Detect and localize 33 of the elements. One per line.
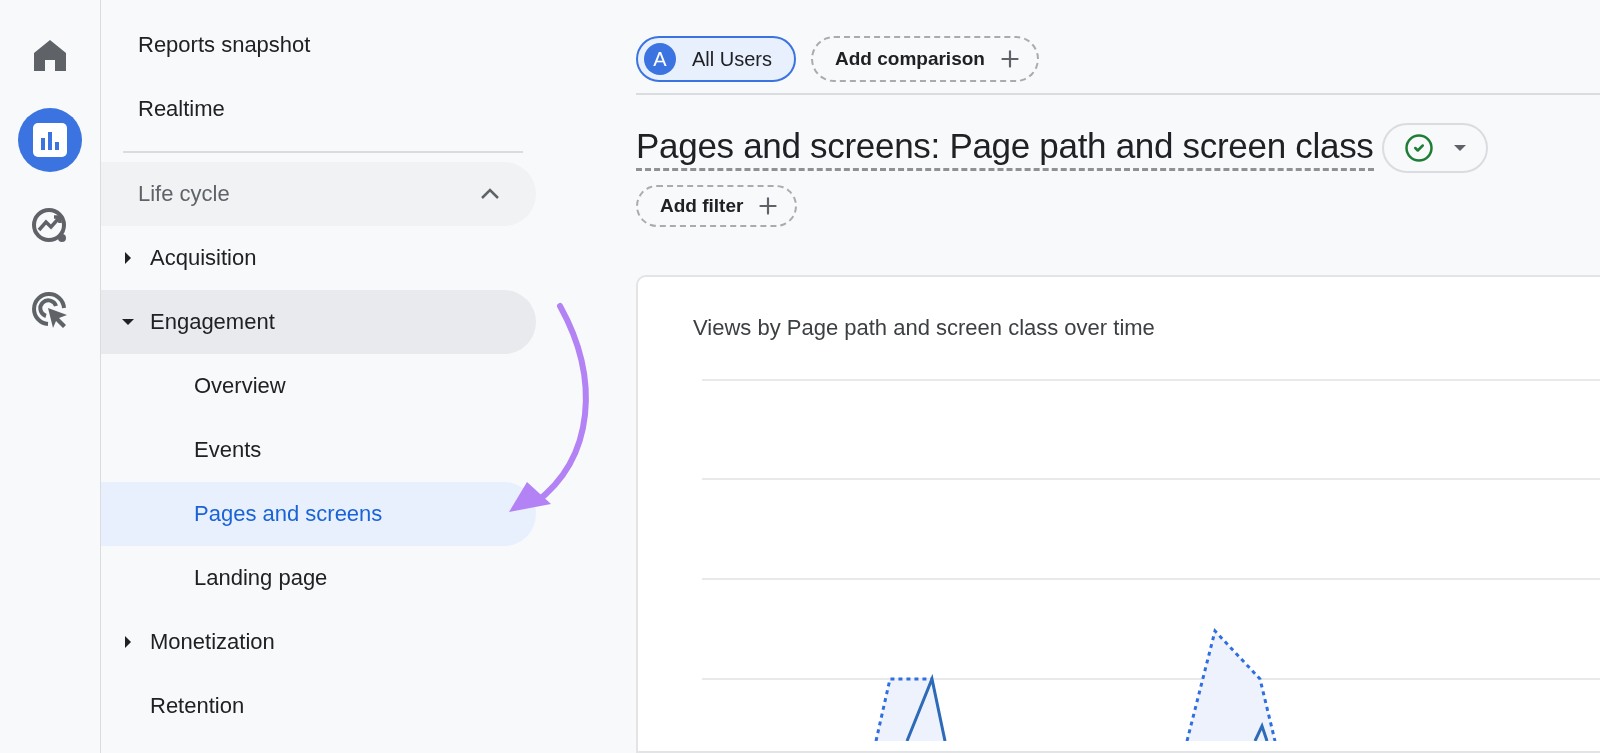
nav-item[interactable]: Overview [101, 354, 536, 418]
segment-chip[interactable]: A All Users [636, 36, 796, 82]
nav-group[interactable]: Monetization [101, 610, 536, 674]
add-comparison-button[interactable]: Add comparison [811, 36, 1039, 82]
section-header[interactable]: Life cycle [101, 162, 536, 226]
status-dropdown[interactable] [1381, 123, 1488, 173]
home-icon [33, 39, 67, 71]
caret-down-icon [1453, 145, 1466, 151]
section-label: Life cycle [138, 181, 230, 207]
nav-item[interactable]: Reports snapshot [101, 13, 536, 77]
add-filter-button[interactable]: Add filter [636, 185, 798, 227]
nav-group[interactable]: Acquisition [101, 226, 536, 290]
segment-badge: A [644, 43, 676, 75]
report-title[interactable]: Pages and screens: Page path and screen class [636, 125, 1374, 171]
nav-group-label: Engagement [150, 309, 275, 335]
target-cursor-icon [31, 291, 69, 329]
caret-right-icon[interactable] [122, 636, 134, 648]
nav-item[interactable]: Landing page [101, 546, 536, 610]
nav-group-label: Retention [150, 693, 245, 719]
nav-item[interactable]: Events [101, 418, 536, 482]
bar-chart-icon [33, 123, 67, 157]
check-circle-icon [1403, 133, 1434, 163]
trend-chart-icon [31, 206, 69, 244]
nav-group-label: Acquisition [150, 245, 257, 271]
nav-group[interactable]: Engagement [101, 290, 536, 354]
chart-title: Views by Page path and screen class over time [693, 315, 1156, 341]
nav-item[interactable]: Pages and screens [101, 482, 536, 546]
chevron-up-icon[interactable] [480, 188, 500, 200]
nav-group[interactable]: Retention [101, 674, 536, 738]
nav-item[interactable]: Realtime [101, 77, 536, 141]
caret-right-icon[interactable] [122, 252, 134, 264]
nav-group-label: Monetization [150, 629, 275, 655]
caret-down-icon[interactable] [122, 316, 134, 328]
